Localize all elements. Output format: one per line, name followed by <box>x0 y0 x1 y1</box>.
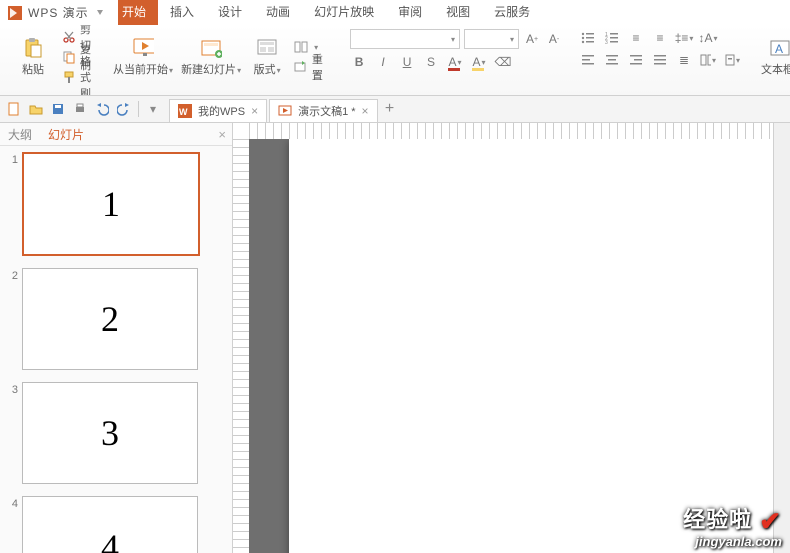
vertical-scrollbar[interactable] <box>773 123 790 553</box>
qa-undo-icon[interactable] <box>94 101 110 117</box>
svg-text:W: W <box>179 107 188 117</box>
paste-icon <box>22 37 44 59</box>
ruler-horizontal[interactable] <box>249 123 773 140</box>
decrease-font-icon[interactable]: A- <box>545 30 563 48</box>
align-left-button[interactable] <box>579 51 597 69</box>
align-distribute-button[interactable]: ≣ <box>675 51 693 69</box>
decrease-indent-button[interactable]: ≡ <box>627 29 645 47</box>
copy-icon <box>62 49 76 65</box>
qa-save-icon[interactable] <box>50 101 66 117</box>
font-size-combo[interactable]: ▾ <box>464 29 519 49</box>
font-color-button[interactable]: A▾ <box>446 53 464 71</box>
side-tab-outline[interactable]: 大纲 <box>6 124 34 145</box>
qa-more-icon[interactable]: ▾ <box>138 101 161 117</box>
app-logo-icon <box>8 6 22 20</box>
qa-redo-icon[interactable] <box>116 101 132 117</box>
title-bar: WPS 演示 <box>0 0 118 25</box>
slide-panel: 大纲 幻灯片 × 1 1 2 2 3 3 4 4 <box>0 123 233 553</box>
new-slide-button[interactable]: 新建幻灯片▾ <box>179 27 243 87</box>
line-spacing-button[interactable]: ‡≡▾ <box>675 29 693 47</box>
thumbnail-item[interactable]: 2 2 <box>2 268 230 370</box>
close-panel-icon[interactable]: × <box>218 127 226 142</box>
reset-icon <box>293 59 308 75</box>
thumbnail-item[interactable]: 3 3 <box>2 382 230 484</box>
wps-logo-icon: W <box>178 104 192 118</box>
textbox-icon: A <box>769 37 790 59</box>
slide-thumbnail[interactable]: 4 <box>22 496 198 553</box>
slide-number: 1 <box>2 152 18 166</box>
layout-button[interactable]: 版式▾ <box>247 27 287 87</box>
close-tab-icon[interactable]: × <box>362 104 369 118</box>
align-center-button[interactable] <box>603 51 621 69</box>
qa-open-icon[interactable] <box>28 101 44 117</box>
app-title: WPS 演示 <box>28 4 89 21</box>
workspace: 大纲 幻灯片 × 1 1 2 2 3 3 4 4 <box>0 123 790 553</box>
tab-cloud[interactable]: 云服务 <box>482 0 542 25</box>
vert-align-button[interactable]: ▾ <box>723 51 741 69</box>
slide-number: 3 <box>2 382 18 396</box>
tab-review[interactable]: 审阅 <box>386 0 434 25</box>
ruler-vertical[interactable] <box>233 139 250 553</box>
doc-tab-mywps[interactable]: W 我的WPS × <box>169 99 267 122</box>
underline-button[interactable]: U <box>398 53 416 71</box>
columns-button[interactable]: ▾ <box>699 51 717 69</box>
text-direction-button[interactable]: ↕A▾ <box>699 29 717 47</box>
slide-number: 2 <box>2 268 18 282</box>
shadow-button[interactable]: S <box>422 53 440 71</box>
section-icon <box>293 39 309 55</box>
increase-font-icon[interactable]: A+ <box>523 30 541 48</box>
new-tab-button[interactable]: + <box>380 100 400 118</box>
slide-thumbnail[interactable]: 1 <box>22 152 200 256</box>
slide-thumbnail[interactable]: 3 <box>22 382 198 484</box>
doc-tab-presentation[interactable]: 演示文稿1 * × <box>269 99 377 122</box>
side-tab-slides[interactable]: 幻灯片 <box>46 124 86 145</box>
italic-button[interactable]: I <box>374 53 392 71</box>
new-slide-icon <box>200 37 222 59</box>
ribbon-tabs: 开始 插入 设计 动画 幻灯片放映 审阅 视图 云服务 <box>0 0 790 25</box>
highlight-button[interactable]: A▾ <box>470 53 488 71</box>
from-current-button[interactable]: 从当前开始▾ <box>111 27 175 87</box>
tab-animation[interactable]: 动画 <box>254 0 302 25</box>
bullet-list-button[interactable] <box>579 29 597 47</box>
increase-indent-button[interactable]: ≡ <box>651 29 669 47</box>
clear-format-button[interactable]: ⌫ <box>494 53 512 71</box>
tab-design[interactable]: 设计 <box>206 0 254 25</box>
slide-canvas[interactable]: 1 <box>289 139 773 553</box>
tab-view[interactable]: 视图 <box>434 0 482 25</box>
canvas-area: 1 <box>233 123 773 553</box>
svg-text:A: A <box>775 42 783 56</box>
ribbon: 粘贴 剪切 复制 <box>0 25 790 96</box>
thumbnail-item[interactable]: 1 1 <box>2 152 230 256</box>
format-painter-button[interactable]: 格式刷 <box>60 68 95 86</box>
layout-icon <box>256 37 278 59</box>
textbox-button[interactable]: A 文本框▾ <box>757 27 790 87</box>
presentation-icon <box>278 104 292 118</box>
tab-insert[interactable]: 插入 <box>158 0 206 25</box>
qa-new-icon[interactable] <box>6 101 22 117</box>
font-name-combo[interactable]: ▾ <box>350 29 460 49</box>
ruler-corner <box>233 123 250 140</box>
align-right-button[interactable] <box>627 51 645 69</box>
qa-print-icon[interactable] <box>72 101 88 117</box>
slide-number: 4 <box>2 496 18 510</box>
close-tab-icon[interactable]: × <box>251 104 258 118</box>
paste-button[interactable]: 粘贴 <box>10 27 56 87</box>
brush-icon <box>62 69 76 85</box>
reset-button[interactable]: 重置 <box>291 58 334 76</box>
number-list-button[interactable]: 123 <box>603 29 621 47</box>
document-tab-bar: ▾ W 我的WPS × 演示文稿1 * × + <box>0 96 790 123</box>
align-justify-button[interactable] <box>651 51 669 69</box>
app-menu-dropdown[interactable] <box>97 10 103 15</box>
thumbnail-item[interactable]: 4 4 <box>2 496 230 553</box>
thumbnail-list[interactable]: 1 1 2 2 3 3 4 4 <box>0 146 232 553</box>
play-monitor-icon <box>132 37 154 59</box>
svg-text:3: 3 <box>605 40 608 45</box>
slide-thumbnail[interactable]: 2 <box>22 268 198 370</box>
bold-button[interactable]: B <box>350 53 368 71</box>
tab-slideshow[interactable]: 幻灯片放映 <box>302 0 386 25</box>
scissors-icon <box>62 29 76 45</box>
